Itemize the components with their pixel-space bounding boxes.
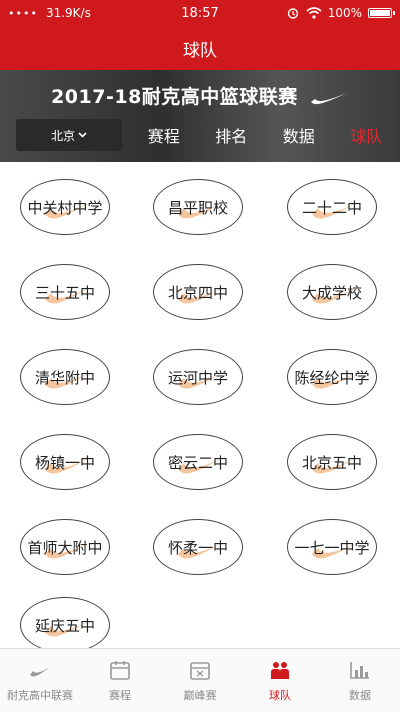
chart-icon [348,659,372,681]
bottom-tab-bar: 耐克高中联赛 赛程 巅峰赛 球队 数据 [0,648,400,712]
tab-ranking[interactable]: 排名 [198,123,266,147]
bottom-tab-label: 耐克高中联赛 [7,687,73,703]
team-name: 杨镇一中 [35,452,95,473]
team-name: 密云二中 [168,452,228,473]
team-button[interactable]: 运河中学 [153,349,243,405]
team-name: 延庆五中 [35,615,95,636]
team-button[interactable]: 中关村中学 [20,179,110,235]
team-name: 北京四中 [168,282,228,303]
tab-teams[interactable]: 球队 [333,123,400,147]
team-button[interactable]: 大成学校 [287,264,377,320]
team-name: 一七一中学 [294,537,369,558]
team-name: 首师大附中 [27,537,102,558]
city-selector[interactable]: 北京 [16,119,122,151]
city-selector-label: 北京 [51,127,75,144]
wifi-icon [306,7,322,19]
tab-schedule[interactable]: 赛程 [130,123,198,147]
team-button[interactable]: 北京四中 [153,264,243,320]
calendar-x-icon [188,659,212,681]
team-name: 清华附中 [35,367,95,388]
team-button[interactable]: 密云二中 [153,434,243,490]
bottom-tab-label: 数据 [349,687,371,703]
team-name: 中关村中学 [27,197,102,218]
chevron-down-icon [78,132,87,138]
team-name: 怀柔一中 [168,537,228,558]
bottom-tab-label: 球队 [269,687,291,703]
league-title: 2017-18耐克高中篮球联赛 [0,82,400,109]
team-name: 运河中学 [168,367,228,388]
team-name: 北京五中 [302,452,362,473]
team-button[interactable]: 昌平职校 [153,179,243,235]
nike-logo-icon [28,659,52,681]
calendar-icon [108,659,132,681]
team-name: 昌平职校 [168,197,228,218]
signal-indicator: •••• [8,7,38,20]
page-title: 球队 [183,36,217,61]
bottom-tab-data[interactable]: 数据 [320,649,400,712]
team-icon [268,659,292,681]
nike-swoosh-icon [309,90,349,106]
battery-percent: 100% [328,6,362,20]
bottom-tab-schedule[interactable]: 赛程 [80,649,160,712]
network-speed: 31.9K/s [46,6,91,20]
alarm-icon [286,6,300,20]
team-button[interactable]: 清华附中 [20,349,110,405]
team-name: 陈经纶中学 [294,367,369,388]
team-button[interactable]: 北京五中 [287,434,377,490]
team-button[interactable]: 杨镇一中 [20,434,110,490]
team-button[interactable]: 陈经纶中学 [287,349,377,405]
sub-tabs: 赛程 排名 数据 球队 [130,119,400,151]
team-button[interactable]: 延庆五中 [20,597,110,653]
team-button[interactable]: 首师大附中 [20,519,110,575]
league-banner: 2017-18耐克高中篮球联赛 北京 赛程 排名 数据 球队 [0,70,400,162]
status-bar: •••• 31.9K/s 18:57 100% [0,0,400,26]
bottom-tab-league[interactable]: 耐克高中联赛 [0,649,80,712]
battery-icon [368,8,392,18]
bottom-tab-label: 巅峰赛 [184,687,217,703]
team-button[interactable]: 二十二中 [287,179,377,235]
league-title-text: 2017-18耐克高中篮球联赛 [51,86,298,108]
team-button[interactable]: 三十五中 [20,264,110,320]
team-name: 三十五中 [35,282,95,303]
bottom-tab-teams[interactable]: 球队 [240,649,320,712]
team-name: 大成学校 [302,282,362,303]
bottom-tab-label: 赛程 [109,687,131,703]
nav-bar: 球队 [0,26,400,70]
team-button[interactable]: 怀柔一中 [153,519,243,575]
tab-stats[interactable]: 数据 [265,123,333,147]
team-button[interactable]: 一七一中学 [287,519,377,575]
team-name: 二十二中 [302,197,362,218]
bottom-tab-peak[interactable]: 巅峰赛 [160,649,240,712]
team-grid: 中关村中学 昌平职校 二十二中 三十五中 北京四中 大成学校 清华附中 运河中学… [0,162,400,648]
